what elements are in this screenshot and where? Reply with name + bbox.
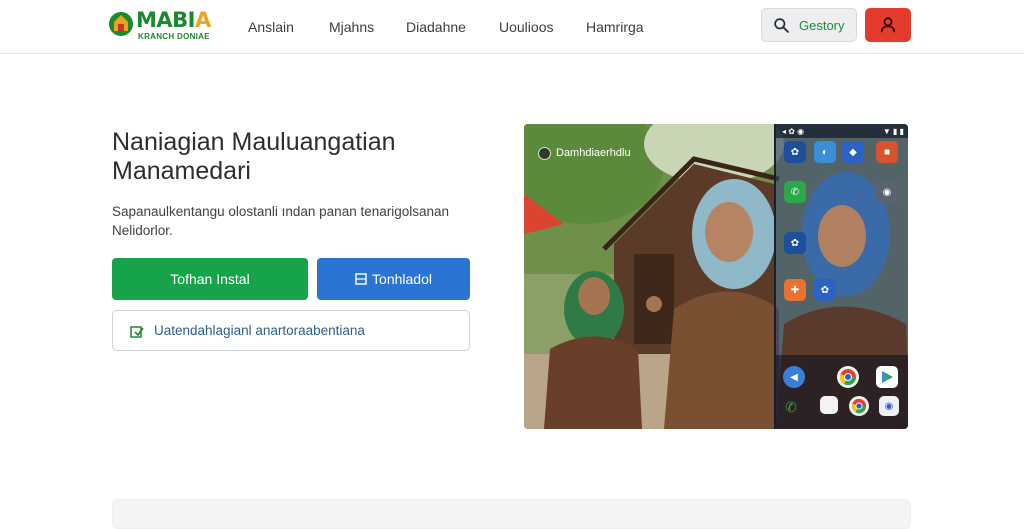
user-account-button[interactable] [865, 8, 911, 42]
app-icon-3[interactable]: ◆ [842, 141, 864, 163]
phone-status-right: ▼ ▮ ▮ [882, 126, 904, 136]
install-button[interactable]: Tofhan Instal [112, 258, 308, 300]
nav-item-2[interactable]: Mjahns [329, 19, 374, 35]
notes-app-icon[interactable] [820, 396, 838, 414]
app-icon-1[interactable]: ✿ [784, 141, 806, 163]
install-button-label: Tofhan Instal [170, 271, 250, 287]
image-caption-text: Damhdiaerhdlu [556, 147, 631, 159]
hero-description-line1: Sapanaulkentangu olostanli ından panan t… [112, 204, 450, 219]
nav-item-1[interactable]: Anslain [248, 19, 296, 35]
search-button[interactable]: Gestory [761, 8, 857, 42]
brand-logo[interactable]: MABIA KRANCH DONIAE [108, 8, 218, 44]
phone-status-left: ◂ ✿ ◉ [782, 126, 805, 136]
camera-dock-icon[interactable]: ◉ [879, 396, 899, 416]
learn-more-button-label: Uatendahlagianl anartoraabentiana [154, 323, 365, 338]
user-icon [880, 17, 896, 33]
download-icon [355, 273, 367, 285]
external-link-icon [130, 325, 144, 338]
download-button-label: Tonhladol [372, 271, 432, 287]
hero-title-line1: Naniagian Mauluangatian [112, 128, 396, 156]
dialer-app-icon[interactable]: ✆ [780, 396, 802, 418]
search-icon [774, 17, 789, 33]
top-navigation-bar: MABIA KRANCH DONIAE Anslain Mjahns Diada… [0, 0, 1024, 54]
learn-more-button[interactable]: Uatendahlagianl anartoraabentiana [112, 310, 470, 351]
image-caption: Damhdiaerhdlu [538, 143, 631, 163]
caption-badge-icon [538, 146, 551, 160]
nav-item-5[interactable]: Hamrirga [586, 19, 644, 35]
brand-tagline: KRANCH DONIAE [138, 32, 210, 41]
nav-item-4[interactable]: Uoulioos [499, 19, 553, 35]
main-nav: Anslain Mjahns Diadahne Uoulioos Hamrirg… [248, 0, 677, 54]
hero-title-line2: Manamedari [112, 157, 251, 185]
chrome-app-icon[interactable] [837, 366, 859, 388]
logo-emblem-icon [109, 12, 133, 36]
phone-mockup: ◂ ✿ ◉ ▼ ▮ ▮ ✿ ◐ ◆ ■ ✆ ◉ ✿ ✚ ✿ ◀ ✆ ◉ [774, 124, 908, 429]
hero-description-line2: Nelidorlor. [112, 223, 173, 238]
hero-description: Sapanaulkentangu olostanli ından panan t… [112, 202, 492, 240]
messages-app-icon[interactable]: ◀ [783, 366, 805, 388]
app-icon-5[interactable]: ✿ [784, 232, 806, 254]
app-icon-4[interactable]: ■ [876, 141, 898, 163]
play-store-app-icon[interactable] [876, 366, 898, 388]
camera-app-icon[interactable]: ◉ [876, 181, 898, 203]
search-button-label: Gestory [799, 17, 845, 33]
download-button[interactable]: Tonhladol [317, 258, 470, 300]
hero-image: Damhdiaerhdlu ◂ ✿ ◉ ▼ ▮ ▮ ✿ ◐ ◆ ■ ✆ ◉ ✿ … [524, 124, 908, 429]
browser-app-icon[interactable] [849, 396, 869, 416]
brand-name: MABIA [136, 8, 211, 32]
nav-item-3[interactable]: Diadahne [406, 19, 466, 35]
app-icon-6[interactable]: ✚ [784, 279, 806, 301]
phone-app-icon[interactable]: ✆ [784, 181, 806, 203]
phone-status-bar: ◂ ✿ ◉ ▼ ▮ ▮ [776, 124, 908, 138]
hero-title: Naniagian Mauluangatian Manamedari [112, 128, 492, 186]
app-icon-2[interactable]: ◐ [814, 141, 836, 163]
app-icon-7[interactable]: ✿ [814, 279, 836, 301]
bottom-content-card [112, 499, 911, 529]
